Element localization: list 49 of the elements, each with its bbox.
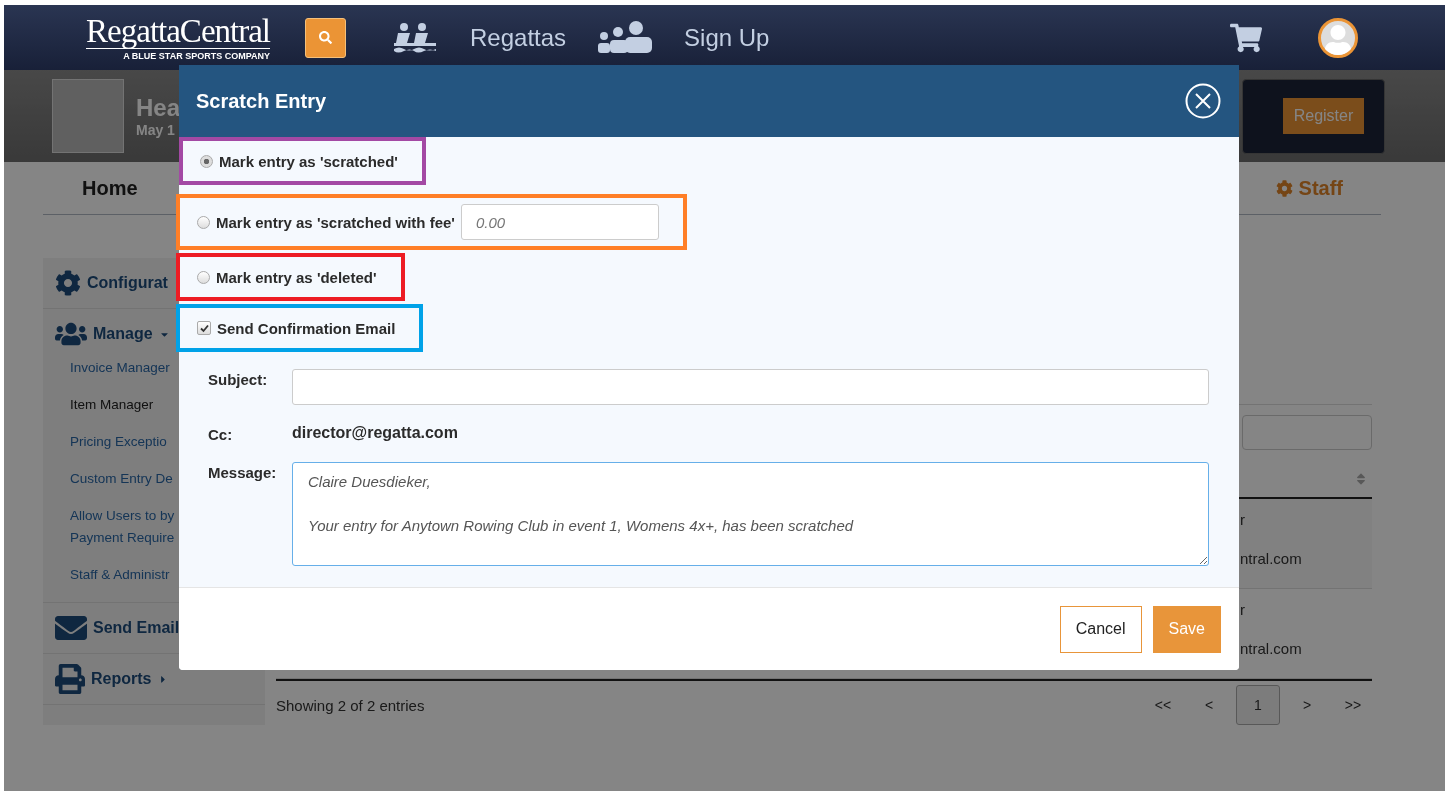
field-label: Cc:: [208, 425, 234, 443]
checkbox[interactable]: [197, 321, 211, 335]
gear-icon: [55, 270, 81, 296]
table-search-field[interactable]: [1242, 415, 1372, 450]
avatar-button[interactable]: [1318, 17, 1358, 58]
cc-address: director@regatta.com: [292, 424, 459, 442]
field-label: Subject:: [208, 370, 269, 388]
search-icon: [319, 31, 332, 44]
radio-button[interactable]: [197, 270, 210, 284]
option-label: Mark entry as 'scratched with fee': [216, 213, 455, 231]
field-label: Message:: [208, 463, 278, 481]
radio-button[interactable]: [197, 215, 210, 229]
nav-tab[interactable]: Staff: [1275, 176, 1343, 200]
message-field[interactable]: Claire Duesdieker, Your entry for Anytown Rowing Club in event 1, Womens 4x+, has been scratched: [292, 462, 1209, 566]
logo[interactable]: RegattaCentral: [86, 14, 270, 49]
people-icon: [598, 20, 653, 53]
page-link[interactable]: >>: [1334, 686, 1372, 724]
dialog-title: Scratch Entry: [196, 89, 327, 113]
nav-link[interactable]: Sign Up: [684, 20, 770, 55]
fee-field[interactable]: 0.00: [460, 204, 659, 240]
page-link[interactable]: >: [1288, 686, 1326, 724]
page-link[interactable]: <: [1190, 686, 1228, 724]
subject-field[interactable]: [292, 369, 1209, 405]
option-label: Send Confirmation Email: [217, 319, 396, 337]
cancel-button[interactable]: Cancel: [1059, 605, 1142, 653]
printer-icon: [55, 664, 85, 694]
sidebar-item[interactable]: Reports: [55, 662, 265, 696]
search-button[interactable]: [305, 17, 346, 58]
page-link[interactable]: <<: [1144, 686, 1182, 724]
rowers-icon: [392, 20, 438, 55]
table-cell: ntral.com: [1240, 550, 1302, 567]
table-cell-text: r: [1240, 511, 1246, 528]
event-title: Hea: [136, 94, 181, 122]
option-label: Mark entry as 'scratched': [219, 152, 398, 170]
option-label: Mark entry as 'deleted': [216, 268, 377, 286]
event-date: May 1: [136, 122, 176, 138]
gear-icon: [1275, 179, 1293, 197]
save-button[interactable]: Save: [1152, 605, 1221, 653]
table-cell: ntral.com: [1240, 640, 1302, 657]
nav-tab[interactable]: Home: [82, 176, 138, 200]
close-button[interactable]: [1185, 83, 1221, 119]
page-link[interactable]: 1: [1236, 685, 1280, 725]
radio-button[interactable]: [200, 154, 213, 168]
nav-link[interactable]: Regattas: [470, 20, 567, 55]
logo-tagline: A BLUE STAR SPORTS COMPANY: [123, 51, 270, 61]
sidebar-item[interactable]: Send Email: [55, 611, 265, 645]
table-cell-text: r: [1240, 601, 1246, 618]
cart-icon[interactable]: [1230, 21, 1262, 54]
entries-count: Showing 2 of 2 entries: [276, 696, 425, 714]
